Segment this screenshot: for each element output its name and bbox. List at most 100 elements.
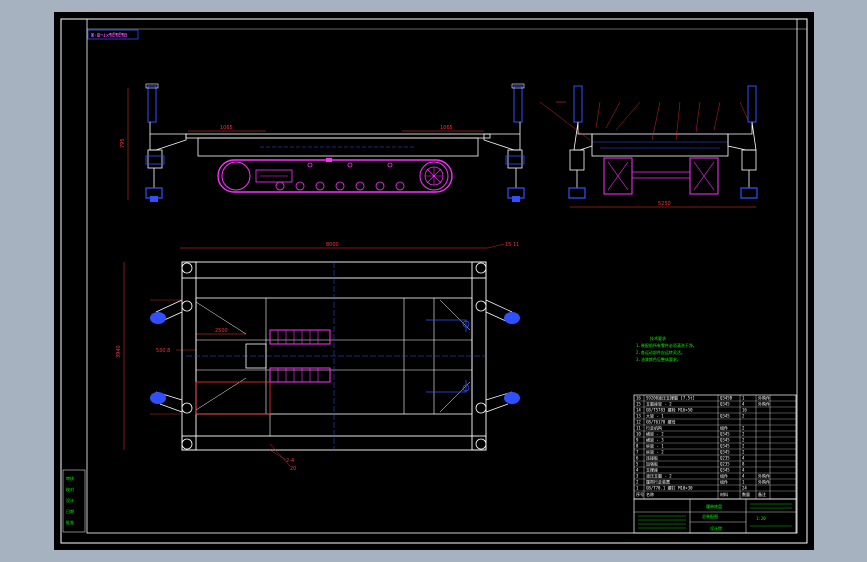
bom-cell-no: 8 <box>636 444 639 449</box>
bom-cell-code: Q345 <box>720 438 730 443</box>
bom-cell-no: 12 <box>636 420 641 425</box>
bom-cell-qty: 2 <box>742 414 745 419</box>
bom-cell-remark: 外购件 <box>758 395 770 401</box>
bom-cell-no: 15 <box>636 402 641 407</box>
bom-cell-qty: 4 <box>742 402 745 407</box>
bom-cell-code: 组件 <box>720 425 728 431</box>
technical-notes: 技术要求 1.装配前所有零件必须清洗干净。 2.各运动部件应运转灵活。 3.油漆… <box>636 335 697 362</box>
bom-cell-no: 7 <box>636 450 639 455</box>
bom-cell-name: 纵梁 - 2 <box>646 449 664 455</box>
note-1: 1.装配前所有零件必须清洗干净。 <box>636 342 697 348</box>
signoff-label: 日期 <box>66 508 74 514</box>
bom-cell-code: Q345 <box>720 432 730 437</box>
bom-cell-code: Q345 <box>720 450 730 455</box>
header-tag: Ж·Ш¬іх¶Ё¶Ё¶В <box>91 32 127 39</box>
dim-plan-inner: 2500 <box>215 328 228 334</box>
bom-cell-no: 5 <box>636 462 639 467</box>
note-2: 2.各运动部件应运转灵活。 <box>636 349 685 355</box>
title-company: 设计院 <box>710 525 722 531</box>
callout-bottom-2: 20 <box>290 466 296 472</box>
bom-cell-no: 6 <box>636 456 639 461</box>
end-view: 5250 <box>539 85 758 208</box>
bill-of-materials: 16 S9200液压支撑腿 [7.5t] Q345B 1 外购件15 支腿座架 - 2 Q3… <box>633 395 797 500</box>
note-3: 3.油漆颜色见整体要求。 <box>636 356 681 362</box>
title-block: 履带底盘 总装配图 设计院 1:20 <box>633 498 797 534</box>
bom-cell-remark: 外购件 <box>758 401 770 407</box>
notes-title: 技术要求 <box>650 335 666 341</box>
bom-cell-name: S9200液压支撑腿 [7.5t] <box>646 395 695 401</box>
cad-drawing: Ж·Ш¬іх¶Ё¶Ё¶В 795 1065 1065 5250 8000 15 … <box>60 18 808 544</box>
bom-cell-qty: 24 <box>742 486 747 491</box>
bom-cell-qty: 4 <box>742 474 745 479</box>
bom-header-no: 序号 <box>636 491 644 497</box>
bom-cell-qty: 1 <box>742 396 745 401</box>
callout-top-right: 15 11 <box>505 242 519 248</box>
outer-border <box>60 18 808 544</box>
bom-cell-name: 支腿座架 - 2 <box>646 401 672 407</box>
signoff-label: 设计 <box>66 497 74 503</box>
bom-cell-code: Q345 <box>720 402 730 407</box>
bom-cell-qty: 8 <box>742 462 745 467</box>
bom-cell-no: 2 <box>636 480 639 485</box>
bom-cell-no: 9 <box>636 438 639 443</box>
bom-cell-no: 1 <box>636 486 639 491</box>
bom-cell-qty: 2 <box>742 438 745 443</box>
bom-cell-no: 13 <box>636 414 641 419</box>
bom-cell-code: Q345 <box>720 468 730 473</box>
title-scale: 1:20 <box>756 516 766 521</box>
bom-cell-name: 横梁 - 2 <box>646 431 664 437</box>
bom-header-remark: 备注 <box>758 491 766 497</box>
signoff-label: 校对 <box>66 486 74 492</box>
bom-cell-name: 大梁 - 1 <box>646 413 664 419</box>
bom-cell-remark: 外购件 <box>758 473 770 479</box>
bom-header-code: 材料 <box>720 491 728 497</box>
bom-cell-name: 支撑座 <box>646 467 658 473</box>
title-sub: 总装配图 <box>702 513 718 519</box>
bom-cell-qty: 4 <box>742 456 745 461</box>
callout-left: 530.8 <box>156 348 170 354</box>
drawing-frame: Ж·Ш¬іх¶Ё¶Ё¶В 795 1065 1065 5250 8000 15 … <box>54 12 814 550</box>
bom-header-name: 名称 <box>646 491 654 497</box>
signoff-label: 批准 <box>66 519 74 525</box>
callout-bottom-1: 2-4 <box>286 458 294 464</box>
bom-cell-code: Q345B <box>720 396 733 401</box>
bom-cell-code: Q345 <box>720 414 730 419</box>
dim-end-width: 5250 <box>658 201 671 207</box>
left-signoff-strip: 审核校对设计日期批准 <box>62 469 86 533</box>
signoff-label: 审核 <box>66 475 74 481</box>
inner-border <box>86 18 798 534</box>
bom-cell-qty: 2 <box>742 450 745 455</box>
bom-cell-qty: 4 <box>742 468 745 473</box>
dim-side-right: 1065 <box>440 125 453 131</box>
bom-cell-qty: 1 <box>742 480 745 485</box>
bom-cell-code: 组件 <box>720 479 728 485</box>
bom-cell-no: 4 <box>636 468 639 473</box>
bom-cell-code: Q345 <box>720 444 730 449</box>
bom-cell-code: Q235 <box>720 456 730 461</box>
bom-cell-no: 16 <box>636 396 641 401</box>
bom-cell-name: 液压支腿 - 2 <box>646 473 672 479</box>
bom-cell-name: GB/T70.1 螺钉 M10×30 <box>646 485 693 491</box>
dim-plan-width: 8000 <box>326 242 339 248</box>
bom-cell-no: 11 <box>636 426 641 431</box>
bom-cell-code: 组件 <box>720 473 728 479</box>
title-main: 履带底盘 <box>706 503 722 509</box>
bom-cell-name: 纵梁 - 1 <box>646 443 664 449</box>
side-view: 795 1065 1065 <box>120 83 525 202</box>
dim-side-height: 795 <box>120 138 126 148</box>
bom-cell-code: Q235 <box>720 462 730 467</box>
bom-cell-name: GB/T5783 螺栓 M16×50 <box>646 407 693 413</box>
bom-cell-name: 横梁 - 3 <box>646 437 664 443</box>
bom-cell-no: 14 <box>636 408 641 413</box>
bom-cell-remark: 外购件 <box>758 479 770 485</box>
bom-cell-name: GB/T6170 螺母 <box>646 419 676 425</box>
bom-cell-qty: 2 <box>742 444 745 449</box>
dim-plan-height: 3940 <box>116 345 122 358</box>
plan-view: 8000 15 11 3940 2500 530.8 2-4 20 <box>116 242 520 472</box>
bom-header-qty: 数量 <box>742 491 750 497</box>
bom-cell-no: 10 <box>636 432 641 437</box>
bom-cell-qty: 2 <box>742 426 745 431</box>
bom-cell-qty: 2 <box>742 432 745 437</box>
bom-cell-qty: 16 <box>742 408 747 413</box>
bom-cell-name: 行走机构 <box>646 425 662 431</box>
